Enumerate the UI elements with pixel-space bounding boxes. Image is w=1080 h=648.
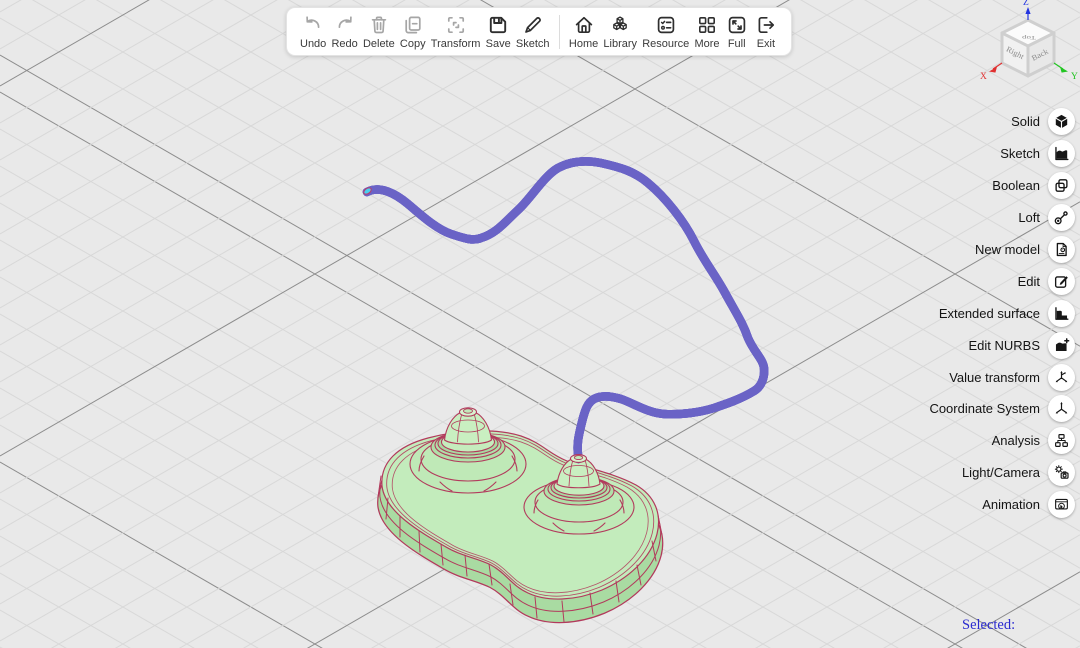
top-toolbar: Undo Redo Delete Copy Transform Save Ske… xyxy=(286,7,792,56)
home-icon xyxy=(572,13,596,37)
coordinate-system-icon xyxy=(1048,395,1075,422)
redo-button[interactable]: Redo xyxy=(331,13,357,50)
sidebar-item-value-transform[interactable]: Value transform xyxy=(929,361,1080,393)
transform-icon xyxy=(444,13,468,37)
trash-icon xyxy=(367,13,391,37)
tool-sidebar: Solid Sketch Boolean Loft New model Edit… xyxy=(929,106,1080,521)
resource-checklist-icon xyxy=(654,13,678,37)
undo-button[interactable]: Undo xyxy=(300,13,326,50)
sidebar-item-edit[interactable]: Edit xyxy=(929,265,1080,297)
exit-icon xyxy=(754,13,778,37)
save-button[interactable]: Save xyxy=(486,13,511,50)
full-button[interactable]: Full xyxy=(725,13,749,50)
edit-nurbs-icon xyxy=(1048,332,1075,359)
copy-icon xyxy=(401,13,425,37)
sidebar-item-animation[interactable]: Animation xyxy=(929,489,1080,521)
animation-icon xyxy=(1048,491,1075,518)
value-transform-icon xyxy=(1048,364,1075,391)
sidebar-item-edit-nurbs[interactable]: Edit NURBS xyxy=(929,329,1080,361)
sidebar-item-sketch[interactable]: Sketch xyxy=(929,138,1080,170)
sketch-button[interactable]: Sketch xyxy=(516,13,550,50)
boolean-icon xyxy=(1048,172,1075,199)
light-camera-icon xyxy=(1048,459,1075,486)
sidebar-item-boolean[interactable]: Boolean xyxy=(929,170,1080,202)
library-cubes-icon xyxy=(608,13,632,37)
sketch-pencil-icon xyxy=(521,13,545,37)
svg-text:Top: Top xyxy=(1022,35,1036,40)
sketch-surface-icon xyxy=(1048,140,1075,167)
model-cable-sweep[interactable] xyxy=(363,161,765,459)
transform-button[interactable]: Transform xyxy=(431,13,481,50)
new-model-icon xyxy=(1048,236,1075,263)
svg-text:Z: Z xyxy=(1023,0,1029,8)
svg-text:X: X xyxy=(980,72,987,82)
library-button[interactable]: Library xyxy=(603,13,637,50)
home-button[interactable]: Home xyxy=(569,13,598,50)
app-window: Top Right Back X Y Z Undo Redo Delete xyxy=(0,0,1080,648)
sidebar-item-analysis[interactable]: Analysis xyxy=(929,425,1080,457)
delete-button[interactable]: Delete xyxy=(363,13,395,50)
analysis-icon xyxy=(1048,427,1075,454)
sidebar-item-coordinate-system[interactable]: Coordinate System xyxy=(929,393,1080,425)
copy-button[interactable]: Copy xyxy=(400,13,426,50)
more-grid-icon xyxy=(695,13,719,37)
sidebar-item-new-model[interactable]: New model xyxy=(929,234,1080,266)
x-axis-arrow xyxy=(989,67,997,73)
toolbar-divider xyxy=(559,15,560,49)
sidebar-item-light-camera[interactable]: Light/Camera xyxy=(929,457,1080,489)
resource-button[interactable]: Resource xyxy=(642,13,689,50)
more-button[interactable]: More xyxy=(694,13,719,50)
save-icon xyxy=(486,13,510,37)
sidebar-item-extended-surface[interactable]: Extended surface xyxy=(929,297,1080,329)
model-joystick-left[interactable] xyxy=(410,408,526,493)
sidebar-item-solid[interactable]: Solid xyxy=(929,106,1080,138)
view-cube[interactable]: Top Right Back X Y Z xyxy=(955,0,1080,100)
sidebar-item-loft[interactable]: Loft xyxy=(929,202,1080,234)
undo-icon xyxy=(301,13,325,37)
model-joystick-right-tip[interactable] xyxy=(571,455,587,463)
y-axis-arrow xyxy=(1060,67,1068,73)
extended-surface-icon xyxy=(1048,300,1075,327)
z-axis-arrow xyxy=(1025,7,1030,14)
fullscreen-icon xyxy=(725,13,749,37)
redo-icon xyxy=(333,13,357,37)
exit-button[interactable]: Exit xyxy=(754,13,778,50)
loft-icon xyxy=(1048,204,1075,231)
viewport-3d[interactable] xyxy=(0,0,1080,648)
edit-pencil-icon xyxy=(1048,268,1075,295)
svg-text:Y: Y xyxy=(1071,72,1078,82)
solid-cube-icon xyxy=(1048,108,1075,135)
status-selected: Selected: xyxy=(962,617,1015,634)
